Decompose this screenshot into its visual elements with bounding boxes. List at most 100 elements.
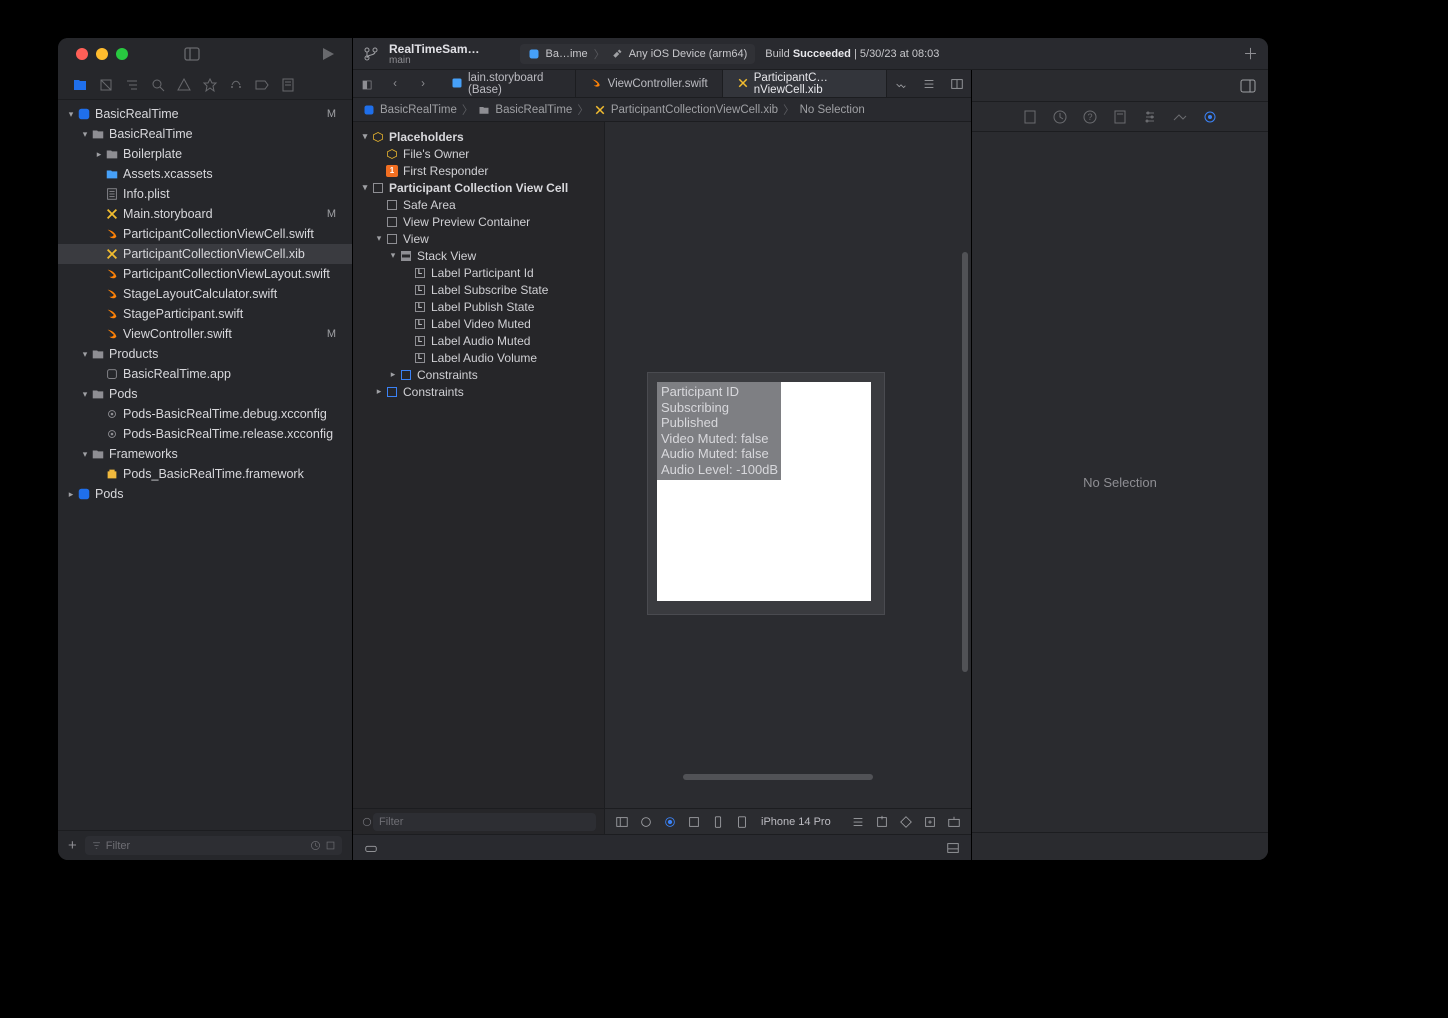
outline-row[interactable]: LLabel Audio Volume: [353, 349, 604, 366]
clock-icon[interactable]: [310, 840, 321, 851]
outline-row[interactable]: ▾Placeholders: [353, 128, 604, 145]
editor-options-button[interactable]: [887, 70, 915, 97]
find-navigator-icon[interactable]: [150, 77, 166, 93]
identity-inspector-icon[interactable]: [1112, 109, 1128, 125]
file-tree-row[interactable]: ParticipantCollectionViewCell.swift: [58, 224, 352, 244]
cell-label[interactable]: Video Muted: false: [661, 431, 777, 447]
navigator-filter-input[interactable]: Filter: [85, 836, 342, 855]
stack-embed-icon[interactable]: [947, 815, 961, 829]
file-tree-row[interactable]: Assets.xcassets: [58, 164, 352, 184]
toggle-debug-icon[interactable]: [363, 841, 379, 855]
align-icon[interactable]: [851, 815, 865, 829]
source-control-navigator-icon[interactable]: [98, 77, 114, 93]
disclosure-chevron[interactable]: ▾: [80, 389, 90, 400]
breadcrumb-item[interactable]: No Selection: [800, 104, 865, 116]
file-tree-row[interactable]: Pods_BasicRealTime.framework: [58, 464, 352, 484]
resolve-icon[interactable]: [899, 815, 913, 829]
size-inspector-icon[interactable]: [1172, 109, 1188, 125]
disclosure-chevron[interactable]: ▾: [80, 449, 90, 460]
editor-tab[interactable]: ViewController.swift: [576, 70, 723, 97]
pin-icon[interactable]: [875, 815, 889, 829]
breadcrumb-item[interactable]: ParticipantCollectionViewCell.xib: [611, 104, 778, 116]
disclosure-chevron[interactable]: ▾: [66, 109, 76, 120]
disclosure-chevron[interactable]: ▾: [387, 250, 399, 261]
outline-row[interactable]: ▾View: [353, 230, 604, 247]
disclosure-chevron[interactable]: ▸: [387, 369, 399, 380]
scm-filter-icon[interactable]: [325, 840, 336, 851]
outline-row[interactable]: ▸Constraints: [353, 366, 604, 383]
file-tree-row[interactable]: ParticipantCollectionViewLayout.swift: [58, 264, 352, 284]
file-tree-row[interactable]: Pods-BasicRealTime.debug.xcconfig: [58, 404, 352, 424]
cell-label[interactable]: Audio Level: -100dB: [661, 462, 777, 478]
orientation-icon[interactable]: [711, 815, 725, 829]
scheme-selector[interactable]: Ba…ime 〉 Any iOS Device (arm64): [520, 44, 756, 64]
variables-view-icon[interactable]: [945, 841, 961, 855]
file-tree-row[interactable]: StageParticipant.swift: [58, 304, 352, 324]
collection-view-cell[interactable]: Participant IDSubscribingPublishedVideo …: [647, 372, 885, 615]
cell-label[interactable]: Published: [661, 415, 777, 431]
debug-navigator-icon[interactable]: [228, 77, 244, 93]
ib-canvas[interactable]: Participant IDSubscribingPublishedVideo …: [605, 122, 971, 834]
file-inspector-icon[interactable]: [1022, 109, 1038, 125]
zoom-icon[interactable]: [687, 815, 701, 829]
file-tree-row[interactable]: ▾Products: [58, 344, 352, 364]
device-icon[interactable]: [735, 815, 749, 829]
run-button[interactable]: [320, 46, 336, 62]
file-tree-row[interactable]: ViewController.swiftM: [58, 324, 352, 344]
file-tree-row[interactable]: ParticipantCollectionViewCell.xib: [58, 244, 352, 264]
disclosure-chevron[interactable]: ▸: [373, 386, 385, 397]
embed-icon[interactable]: [923, 815, 937, 829]
project-file-tree[interactable]: ▾BasicRealTimeM▾BasicRealTime▸Boilerplat…: [58, 100, 352, 830]
add-editor-button[interactable]: [943, 70, 971, 97]
outline-row[interactable]: 1First Responder: [353, 162, 604, 179]
disclosure-chevron[interactable]: ▸: [66, 489, 76, 500]
toggle-outline-icon[interactable]: [615, 815, 629, 829]
jump-bar[interactable]: BasicRealTime〉BasicRealTime〉ParticipantC…: [353, 98, 971, 122]
outline-row[interactable]: LLabel Audio Muted: [353, 332, 604, 349]
outline-row[interactable]: Safe Area: [353, 196, 604, 213]
outline-row[interactable]: LLabel Video Muted: [353, 315, 604, 332]
toggle-inspector-icon[interactable]: [1240, 78, 1256, 94]
project-navigator-icon[interactable]: [72, 77, 88, 93]
disclosure-chevron[interactable]: ▾: [80, 129, 90, 140]
outline-row[interactable]: ▾Participant Collection View Cell: [353, 179, 604, 196]
test-navigator-icon[interactable]: [202, 77, 218, 93]
adjust-editor-button[interactable]: [915, 70, 943, 97]
history-inspector-icon[interactable]: [1052, 109, 1068, 125]
labels-stack[interactable]: Participant IDSubscribingPublishedVideo …: [657, 382, 781, 480]
activity-status[interactable]: Build Succeeded | 5/30/23 at 08:03: [765, 48, 939, 60]
project-header[interactable]: RealTimeSam… main: [389, 42, 480, 66]
outline-filter-input[interactable]: Filter: [373, 813, 596, 831]
back-button[interactable]: ‹: [381, 70, 409, 97]
library-button[interactable]: ＋: [1243, 43, 1258, 64]
outline-row[interactable]: LLabel Publish State: [353, 298, 604, 315]
canvas-horizontal-scrollbar[interactable]: [683, 774, 873, 780]
report-navigator-icon[interactable]: [280, 77, 296, 93]
outline-row[interactable]: LLabel Participant Id: [353, 264, 604, 281]
window-zoom-button[interactable]: [116, 48, 128, 60]
file-tree-row[interactable]: ▸Boilerplate: [58, 144, 352, 164]
cell-content-view[interactable]: Participant IDSubscribingPublishedVideo …: [657, 382, 871, 601]
attributes-inspector-icon[interactable]: [1142, 109, 1158, 125]
file-tree-row[interactable]: ▾Frameworks: [58, 444, 352, 464]
file-tree-row[interactable]: ▸Pods: [58, 484, 352, 504]
file-tree-row[interactable]: BasicRealTime.app: [58, 364, 352, 384]
window-minimize-button[interactable]: [96, 48, 108, 60]
layout-icon[interactable]: [663, 815, 677, 829]
forward-button[interactable]: ›: [409, 70, 437, 97]
outline-row[interactable]: ▾Stack View: [353, 247, 604, 264]
outline-row[interactable]: View Preview Container: [353, 213, 604, 230]
file-tree-row[interactable]: ▾BasicRealTime: [58, 124, 352, 144]
file-tree-row[interactable]: Pods-BasicRealTime.release.xcconfig: [58, 424, 352, 444]
cell-label[interactable]: Subscribing: [661, 400, 777, 416]
device-label[interactable]: iPhone 14 Pro: [761, 816, 831, 828]
disclosure-chevron[interactable]: ▾: [80, 349, 90, 360]
cell-label[interactable]: Audio Muted: false: [661, 446, 777, 462]
view-as-icon[interactable]: [639, 815, 653, 829]
add-file-button[interactable]: +: [68, 837, 77, 854]
editor-tab[interactable]: lain.storyboard (Base): [437, 70, 576, 97]
breadcrumb-item[interactable]: BasicRealTime: [495, 104, 572, 116]
outline-row[interactable]: LLabel Subscribe State: [353, 281, 604, 298]
editor-tab[interactable]: ParticipantC…nViewCell.xib: [723, 70, 887, 97]
file-tree-row[interactable]: Main.storyboardM: [58, 204, 352, 224]
